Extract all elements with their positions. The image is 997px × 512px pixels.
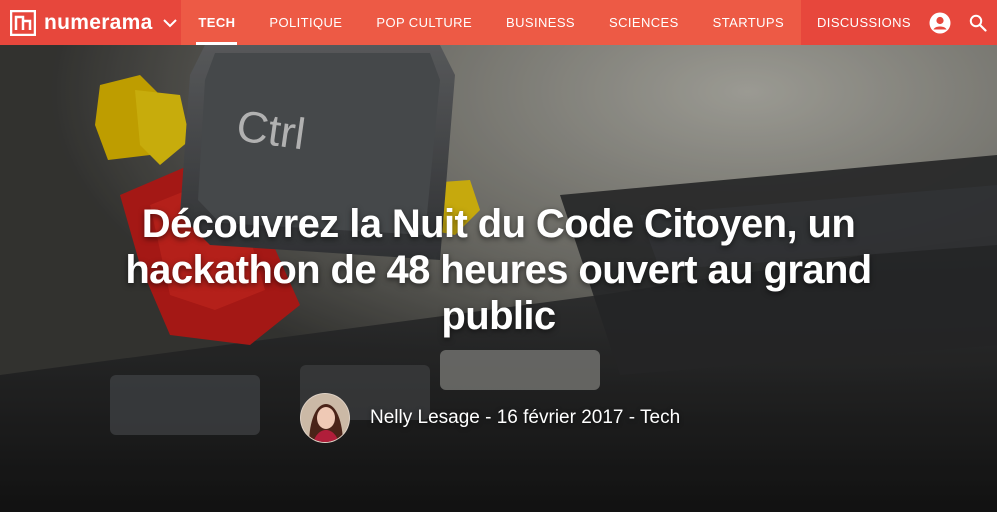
author-avatar[interactable] <box>300 393 350 443</box>
nav-item-politique[interactable]: POLITIQUE <box>252 0 359 45</box>
nav-item-tech[interactable]: TECH <box>181 0 252 45</box>
search-icon <box>969 14 987 32</box>
search-button[interactable] <box>959 0 997 45</box>
nav-item-business[interactable]: BUSINESS <box>489 0 592 45</box>
top-navigation-bar: numerama TECH POLITIQUE POP CULTURE BUSI… <box>0 0 997 45</box>
author-name[interactable]: Nelly Lesage <box>370 407 480 428</box>
brand-name: numerama <box>44 10 153 34</box>
user-account-icon <box>929 12 951 33</box>
article-byline: Nelly Lesage - 16 février 2017 - Tech <box>300 393 680 443</box>
account-button[interactable] <box>921 0 959 45</box>
author-portrait <box>301 394 349 442</box>
numerama-logo-icon <box>10 9 36 36</box>
byline-text: Nelly Lesage - 16 février 2017 - Tech <box>370 407 680 429</box>
article-hero: Ctrl Découvrez la Nuit du Code Citoyen, … <box>0 45 997 512</box>
brand-menu[interactable]: numerama <box>0 0 181 45</box>
nav-item-discussions[interactable]: DISCUSSIONS <box>801 15 921 30</box>
nav-item-pop-culture[interactable]: POP CULTURE <box>359 0 489 45</box>
byline-separator: - <box>485 407 492 428</box>
publish-date: 16 février 2017 <box>496 407 624 428</box>
nav-item-startups[interactable]: STARTUPS <box>696 0 801 45</box>
article-title: Découvrez la Nuit du Code Citoyen, un ha… <box>125 202 872 338</box>
nav-item-sciences[interactable]: SCIENCES <box>592 0 696 45</box>
chevron-down-icon[interactable] <box>162 18 177 28</box>
section-nav: TECH POLITIQUE POP CULTURE BUSINESS SCIE… <box>181 0 802 45</box>
byline-separator-2: - <box>628 407 636 428</box>
nav-right-group: DISCUSSIONS <box>801 0 997 45</box>
article-category[interactable]: Tech <box>640 407 680 428</box>
